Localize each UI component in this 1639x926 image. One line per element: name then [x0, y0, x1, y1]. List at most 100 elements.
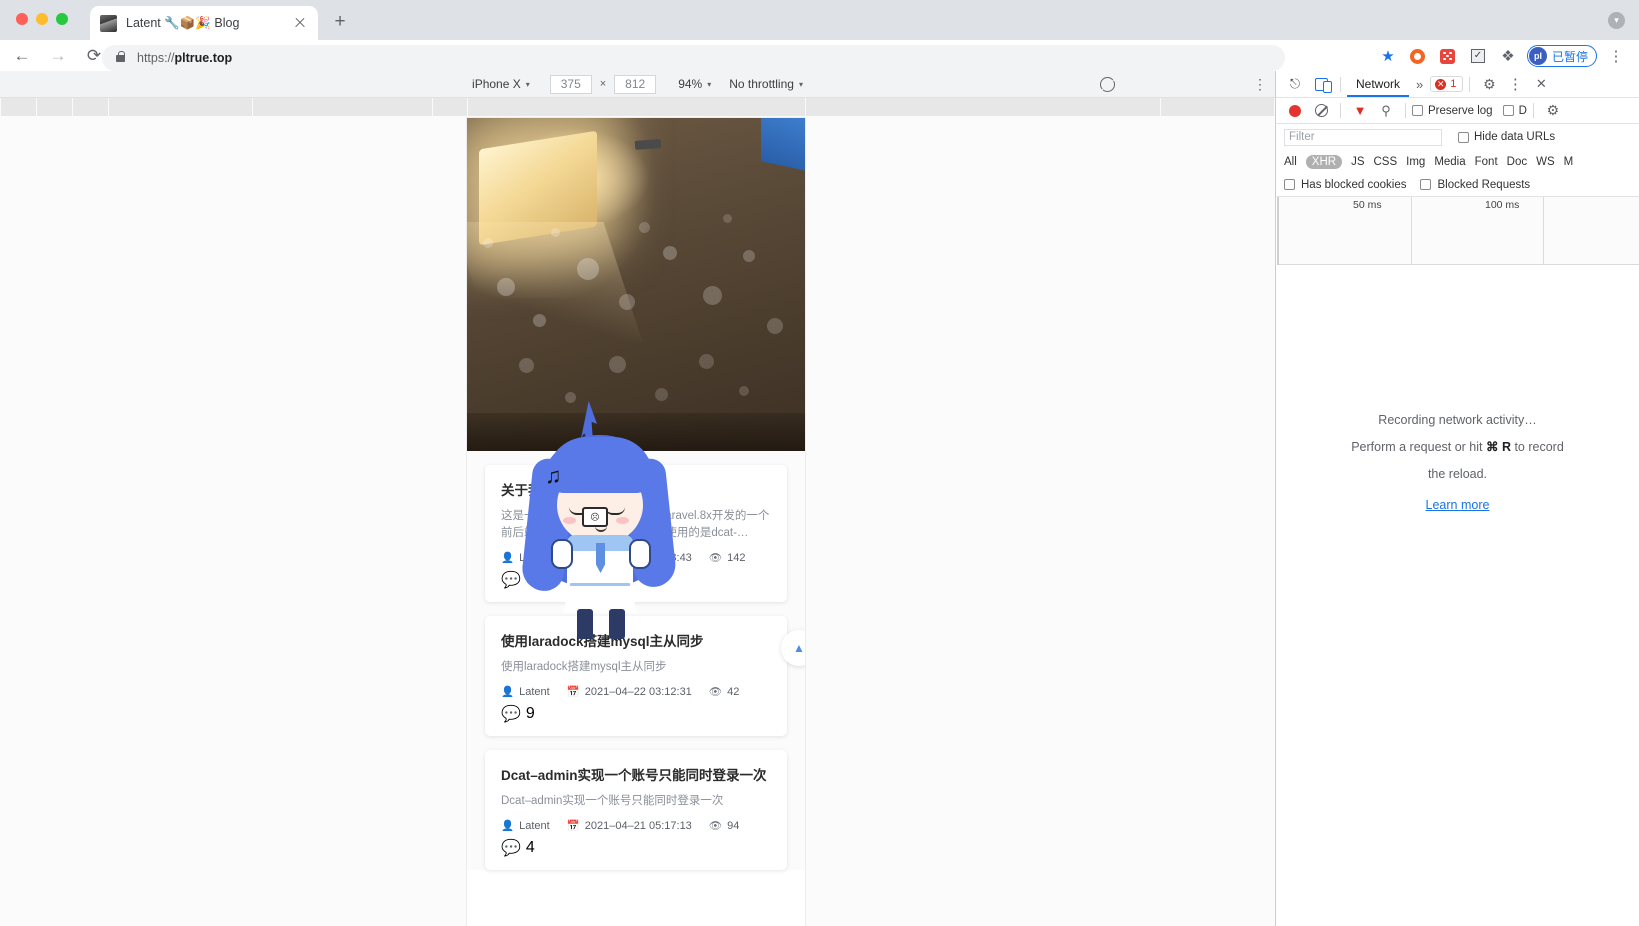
devtools-menu-icon[interactable]: ⋮: [1502, 71, 1528, 97]
post-comments: 9: [525, 705, 535, 722]
devtools-panel: ⎋ Network » ✕ 1 ⚙ ⋮ ✕ ▼ ⚲ Preserve log D: [1275, 71, 1639, 926]
browser-window: Latent 🔧📦🎉 Blog + ▾ ← → ⟳ https://pltrue…: [0, 0, 1639, 926]
devtools-settings-icon[interactable]: ⚙: [1476, 71, 1502, 97]
red-dice-extension-icon[interactable]: [1433, 43, 1463, 69]
post-description: Dcat–admin实现一个账号只能同时登录一次: [501, 795, 724, 807]
record-button[interactable]: [1282, 98, 1308, 124]
filter-type-manifest[interactable]: M: [1564, 156, 1574, 168]
more-tabs-icon[interactable]: »: [1409, 77, 1430, 92]
network-settings-icon[interactable]: ⚙: [1540, 98, 1566, 124]
network-empty-state: Recording network activity… Perform a re…: [1276, 277, 1639, 877]
filter-funnel-icon[interactable]: ▼: [1347, 98, 1373, 124]
mascot-character[interactable]: ☹ ♫: [520, 401, 678, 639]
filter-type-js[interactable]: JS: [1351, 156, 1364, 168]
blocked-requests-checkbox[interactable]: [1420, 179, 1432, 190]
clear-button[interactable]: [1308, 98, 1334, 124]
filter-type-xhr[interactable]: XHR: [1305, 154, 1343, 169]
reload-shortcut: ⌘ R: [1485, 440, 1511, 454]
device-selector[interactable]: iPhone X ▾: [472, 77, 530, 91]
views-icon: 👁: [708, 686, 723, 698]
scroll-to-top-button[interactable]: ▲: [781, 630, 805, 666]
date-icon: 📅: [566, 820, 580, 832]
checkbox-extension-icon[interactable]: ✓: [1463, 43, 1493, 69]
filter-type-doc[interactable]: Doc: [1507, 156, 1527, 168]
profile-status-pill[interactable]: pl 已暂停: [1526, 45, 1597, 67]
filter-type-all[interactable]: All: [1284, 156, 1297, 168]
filter-input[interactable]: Filter: [1284, 128, 1442, 146]
tab-close-icon[interactable]: [292, 15, 308, 31]
url-host: pltrue.top: [174, 51, 233, 65]
browser-toolbar: ← → ⟳ https://pltrue.top ★ ✓ ❖ pl 已暂停 ⋮: [0, 40, 1639, 71]
has-blocked-cookies-label: Has blocked cookies: [1301, 178, 1407, 191]
post-title[interactable]: Dcat–admin实现一个账号只能同时登录一次: [501, 764, 771, 784]
mascot-face-badge-icon: ☹: [582, 507, 608, 527]
bookmark-star-icon[interactable]: ★: [1373, 43, 1403, 69]
device-toolbar-more-icon[interactable]: ⋮: [1253, 76, 1267, 93]
timeline-label-100ms: 100 ms: [1485, 199, 1520, 211]
has-blocked-cookies-checkbox[interactable]: [1284, 179, 1295, 190]
resource-type-filters: All XHR JS CSS Img Media Font Doc WS M: [1276, 150, 1639, 173]
chrome-menu-icon[interactable]: ⋮: [1601, 43, 1631, 69]
forward-button[interactable]: →: [44, 42, 72, 70]
window-traffic-lights: [16, 13, 68, 25]
mascot-leg-left: [577, 609, 593, 639]
tab-title: Latent 🔧📦🎉 Blog: [126, 15, 240, 30]
search-icon[interactable]: ⚲: [1373, 98, 1399, 124]
device-toolbar-icon[interactable]: [1308, 71, 1334, 97]
network-timeline-overview[interactable]: 50 ms 100 ms: [1277, 197, 1639, 265]
filter-type-css[interactable]: CSS: [1373, 156, 1397, 168]
post-meta-comments: 💬 4: [501, 838, 771, 858]
emulated-viewport: 关于我的博客 这是一个由vue3+element-plus+laravel.8x…: [0, 98, 1275, 926]
maximize-window-button[interactable]: [56, 13, 68, 25]
url-prefix: https://: [137, 51, 175, 65]
mobile-page-screen: 关于我的博客 这是一个由vue3+element-plus+laravel.8x…: [467, 118, 805, 926]
perform-request-message: Perform a request or hit ⌘ R to record: [1351, 434, 1564, 461]
back-button[interactable]: ←: [8, 42, 36, 70]
error-count-badge[interactable]: ✕ 1: [1430, 76, 1464, 92]
throttling-selector[interactable]: No throttling ▾: [729, 77, 803, 91]
tab-network[interactable]: Network: [1347, 72, 1410, 97]
viewport-width-input[interactable]: 375: [549, 74, 592, 94]
disable-cache-checkbox[interactable]: [1502, 105, 1514, 116]
preserve-log-label: Preserve log: [1428, 104, 1493, 117]
post-date: 2021–04–21 05:17:13: [584, 819, 692, 832]
post-description: 使用laradock搭建mysql主从同步: [501, 661, 667, 673]
mascot-skirt: [563, 583, 637, 613]
puzzle-extensions-icon[interactable]: ❖: [1493, 43, 1523, 69]
hero-image: [467, 118, 805, 451]
rotate-icon[interactable]: [1100, 77, 1115, 92]
comments-icon: 💬: [501, 706, 521, 723]
preserve-log-checkbox[interactable]: [1412, 105, 1423, 116]
comments-icon: 💬: [501, 572, 521, 589]
viewport-height-input[interactable]: 812: [614, 74, 657, 94]
post-views: 42: [727, 685, 740, 698]
post-views: 142: [727, 551, 746, 564]
timeline-label-50ms: 50 ms: [1353, 199, 1382, 211]
filter-type-media[interactable]: Media: [1434, 156, 1465, 168]
filter-type-img[interactable]: Img: [1406, 156, 1425, 168]
close-window-button[interactable]: [16, 13, 28, 25]
browser-tab[interactable]: Latent 🔧📦🎉 Blog: [90, 6, 318, 40]
inspect-cursor-icon[interactable]: ⎋: [1282, 71, 1308, 97]
address-bar[interactable]: https://pltrue.top: [102, 45, 1285, 71]
post-card[interactable]: Dcat–admin实现一个账号只能同时登录一次 Dcat–admin实现一个账…: [485, 750, 787, 870]
new-tab-button[interactable]: +: [330, 12, 350, 32]
tab-favicon: [100, 14, 117, 32]
orange-circle-extension-icon[interactable]: [1403, 43, 1433, 69]
filter-type-ws[interactable]: WS: [1536, 156, 1555, 168]
date-icon: 📅: [566, 686, 580, 698]
hide-data-urls-checkbox[interactable]: [1458, 131, 1469, 143]
window-menu-icon[interactable]: ▾: [1608, 12, 1625, 29]
mascot-blush-right: [616, 517, 629, 524]
views-icon: 👁: [708, 552, 723, 564]
minimize-window-button[interactable]: [36, 13, 48, 25]
post-meta: 👤 Latent 📅 2021–04–21 05:17:13 👁 94: [501, 819, 771, 833]
filter-type-font[interactable]: Font: [1475, 156, 1498, 168]
post-meta: 👤 Latent 📅 2021–04–22 03:12:31 👁 42: [501, 685, 771, 699]
comments-icon: 💬: [501, 840, 521, 857]
learn-more-link[interactable]: Learn more: [1426, 498, 1490, 512]
chevron-down-icon: ▾: [798, 79, 803, 89]
zoom-selector[interactable]: 94% ▾: [678, 77, 711, 91]
post-date: 2021–04–22 03:12:31: [584, 685, 692, 698]
devtools-close-icon[interactable]: ✕: [1528, 71, 1554, 97]
